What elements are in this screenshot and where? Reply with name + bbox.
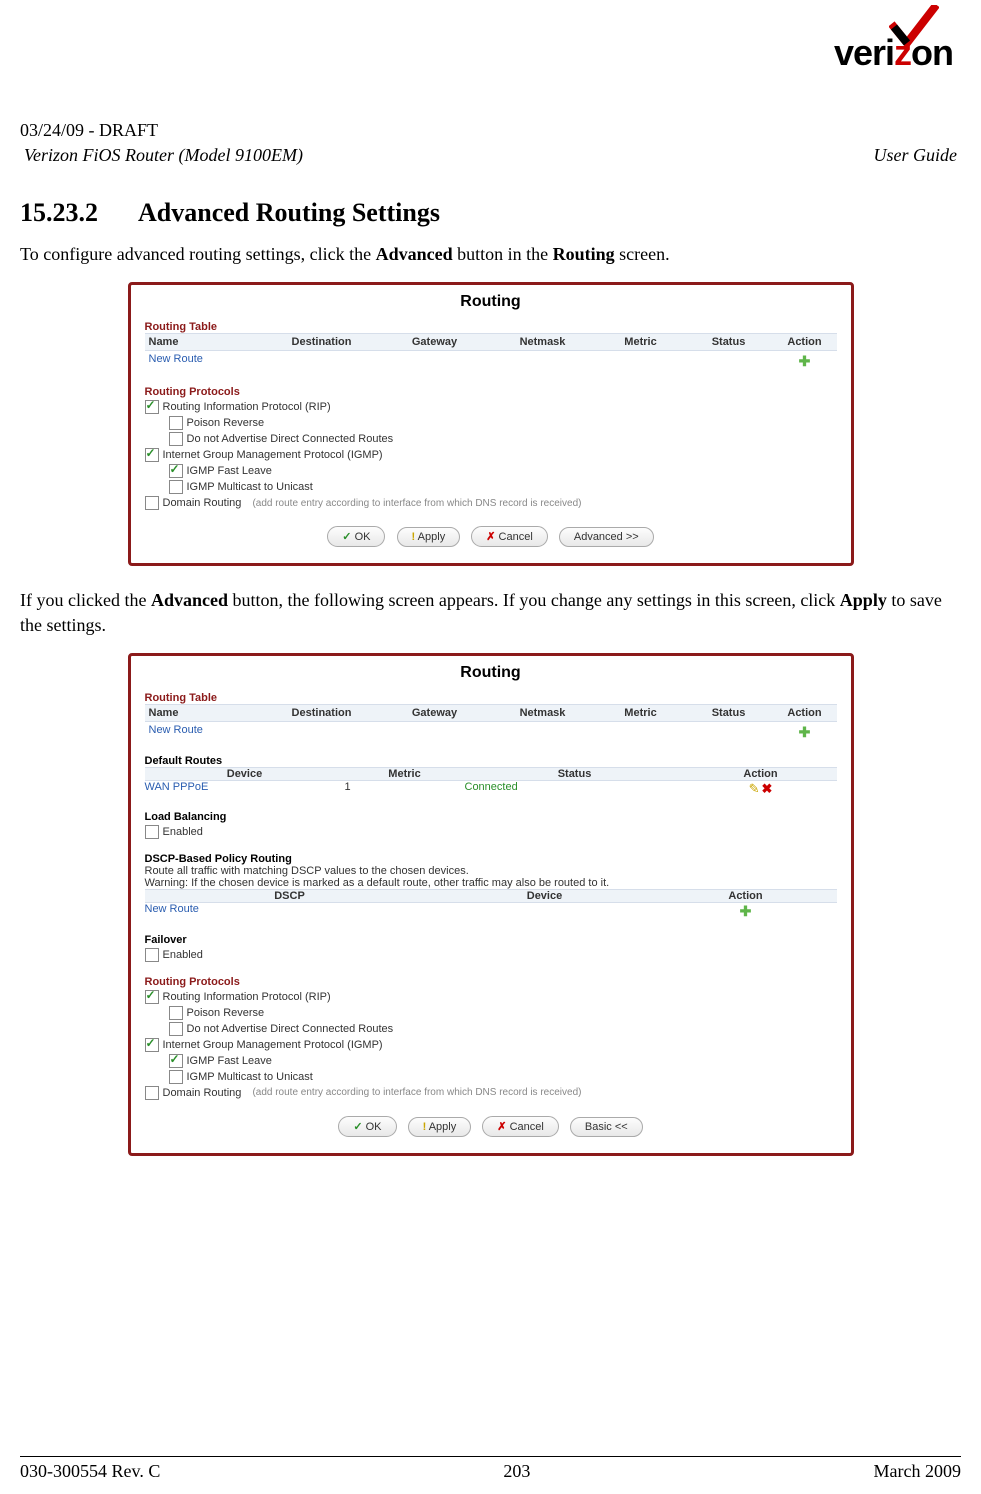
- page-footer: 030-300554 Rev. C 203 March 2009: [20, 1456, 961, 1482]
- section-heading: 15.23.2Advanced Routing Settings: [20, 198, 961, 228]
- ok-button[interactable]: ✓ OK: [338, 1116, 396, 1137]
- load-balancing-label: Load Balancing: [145, 811, 837, 823]
- ok-button[interactable]: ✓ OK: [327, 526, 385, 547]
- draft-label: 03/24/09 - DRAFT: [20, 120, 961, 141]
- igmp-checkbox[interactable]: [145, 1038, 159, 1052]
- new-route-link[interactable]: New Route: [145, 903, 435, 920]
- new-route-link[interactable]: New Route: [145, 722, 263, 743]
- product-name: Verizon FiOS Router (Model 9100EM): [24, 145, 303, 166]
- wan-pppoe-link[interactable]: WAN PPPoE: [145, 781, 345, 797]
- no-advertise-checkbox[interactable]: [169, 432, 183, 446]
- dscp-table-header: DSCP Device Action: [145, 889, 837, 903]
- default-routes-header: Device Metric Status Action: [145, 767, 837, 781]
- igmp-fast-leave-checkbox[interactable]: [169, 464, 183, 478]
- paragraph-1: To configure advanced routing settings, …: [20, 242, 961, 266]
- routing-protocols-label: Routing Protocols: [145, 976, 837, 988]
- new-route-link[interactable]: New Route: [145, 351, 263, 372]
- new-route-row: New Route ✚: [145, 351, 837, 372]
- advanced-button[interactable]: Advanced >>: [559, 527, 654, 547]
- footer-center: 203: [503, 1461, 530, 1482]
- domain-routing-checkbox[interactable]: [145, 496, 159, 510]
- add-icon[interactable]: ✚: [799, 353, 811, 369]
- footer-right: March 2009: [874, 1461, 961, 1482]
- igmp-multicast-checkbox[interactable]: [169, 1070, 183, 1084]
- no-advertise-checkbox[interactable]: [169, 1022, 183, 1036]
- failover-label: Failover: [145, 934, 837, 946]
- failover-checkbox[interactable]: [145, 948, 159, 962]
- apply-button[interactable]: ! Apply: [408, 1117, 472, 1137]
- dscp-new-route-row: New Route ✚: [145, 903, 837, 920]
- dscp-warning: Warning: If the chosen device is marked …: [145, 877, 837, 889]
- cancel-button[interactable]: ✗ Cancel: [482, 1116, 559, 1137]
- panel-title: Routing: [131, 285, 851, 313]
- verizon-logo: verizon: [834, 10, 953, 74]
- rip-checkbox[interactable]: [145, 400, 159, 414]
- routing-panel-advanced: Routing Routing Table Name Destination G…: [128, 653, 854, 1156]
- cancel-button[interactable]: ✗ Cancel: [471, 526, 548, 547]
- add-icon[interactable]: ✚: [799, 724, 811, 740]
- doc-type: User Guide: [874, 145, 958, 166]
- basic-button[interactable]: Basic <<: [570, 1117, 643, 1137]
- delete-icon[interactable]: ✖: [762, 781, 773, 796]
- domain-routing-checkbox[interactable]: [145, 1086, 159, 1100]
- footer-left: 030-300554 Rev. C: [20, 1461, 160, 1482]
- dscp-label: DSCP-Based Policy Routing: [145, 853, 837, 865]
- routing-panel-basic: Routing Routing Table Name Destination G…: [128, 282, 854, 566]
- igmp-fast-leave-checkbox[interactable]: [169, 1054, 183, 1068]
- routing-table-label: Routing Table: [145, 321, 837, 333]
- edit-icon[interactable]: ✎: [749, 781, 760, 796]
- apply-button[interactable]: ! Apply: [397, 527, 461, 547]
- default-routes-label: Default Routes: [145, 755, 837, 767]
- dscp-description: Route all traffic with matching DSCP val…: [145, 865, 837, 877]
- igmp-checkbox[interactable]: [145, 448, 159, 462]
- add-icon[interactable]: ✚: [740, 903, 752, 919]
- igmp-multicast-checkbox[interactable]: [169, 480, 183, 494]
- default-route-row: WAN PPPoE 1 Connected ✎✖: [145, 781, 837, 797]
- poison-reverse-checkbox[interactable]: [169, 1006, 183, 1020]
- load-balancing-checkbox[interactable]: [145, 825, 159, 839]
- panel-title: Routing: [131, 656, 851, 684]
- routing-protocols-label: Routing Protocols: [145, 386, 837, 398]
- routing-table-label: Routing Table: [145, 692, 837, 704]
- check-icon: [889, 5, 939, 50]
- new-route-row: New Route ✚: [145, 722, 837, 743]
- rip-checkbox[interactable]: [145, 990, 159, 1004]
- routing-table-header: Name Destination Gateway Netmask Metric …: [145, 333, 837, 351]
- paragraph-2: If you clicked the Advanced button, the …: [20, 588, 961, 637]
- poison-reverse-checkbox[interactable]: [169, 416, 183, 430]
- routing-table-header: Name Destination Gateway Netmask Metric …: [145, 704, 837, 722]
